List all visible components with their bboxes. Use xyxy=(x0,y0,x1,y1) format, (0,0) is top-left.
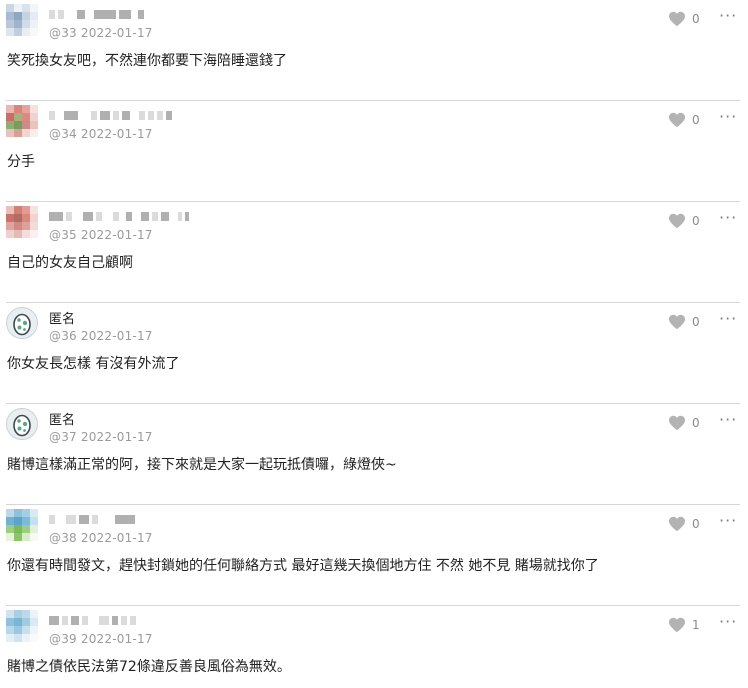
comment-item: @35 2022-01-17 自己的女友自己顧啊 0 ··· xyxy=(0,202,748,303)
comment-item: @39 2022-01-17 賭博之債依民法第72條違反善良風俗為無效。 1 ·… xyxy=(0,606,748,688)
comment-text: 自己的女友自己顧啊 xyxy=(7,255,133,271)
comment-meta: @34 2022-01-17 xyxy=(49,127,153,141)
comment-date: 2022-01-17 xyxy=(80,430,153,444)
comment-meta: @39 2022-01-17 xyxy=(49,632,153,646)
avatar[interactable] xyxy=(6,105,38,137)
more-options-icon[interactable]: ··· xyxy=(719,511,737,530)
comment-item: @34 2022-01-17 分手 0 ··· xyxy=(0,101,748,202)
like-count: 0 xyxy=(692,113,700,127)
heart-icon[interactable] xyxy=(668,213,686,229)
author-name[interactable]: 匿名 xyxy=(49,310,75,327)
floor-number: @38 xyxy=(49,531,77,545)
heart-icon[interactable] xyxy=(668,415,686,431)
floor-number: @35 xyxy=(49,228,77,242)
like-count: 0 xyxy=(692,517,700,531)
comment-text: 你還有時間發文，趕快封鎖她的任何聯絡方式 最好這幾天換個地方住 不然 她不見 賭… xyxy=(7,558,599,574)
heart-icon[interactable] xyxy=(668,617,686,633)
comment-text: 賭博之債依民法第72條違反善良風俗為無效。 xyxy=(7,659,291,675)
like-count: 1 xyxy=(692,618,700,632)
avatar[interactable] xyxy=(6,206,38,238)
comment-meta: @37 2022-01-17 xyxy=(49,430,153,444)
like-count: 0 xyxy=(692,214,700,228)
author-name[interactable]: 匿名 xyxy=(49,411,75,428)
comment-date: 2022-01-17 xyxy=(80,127,153,141)
comment-text: 賭博這樣滿正常的阿，接下來就是大家一起玩抵債囉，綠燈俠~ xyxy=(7,457,397,473)
comment-item: @33 2022-01-17 笑死換女友吧，不然連你都要下海陪睡還錢了 0 ··… xyxy=(0,0,748,101)
comment-meta: @35 2022-01-17 xyxy=(49,228,153,242)
comment-item: @38 2022-01-17 你還有時間發文，趕快封鎖她的任何聯絡方式 最好這幾… xyxy=(0,505,748,606)
like-count: 0 xyxy=(692,315,700,329)
comment-item: 匿名 @37 2022-01-17 賭博這樣滿正常的阿，接下來就是大家一起玩抵債… xyxy=(0,404,748,505)
comment-item: 匿名 @36 2022-01-17 你女友長怎樣 有沒有外流了 0 ··· xyxy=(0,303,748,404)
comment-date: 2022-01-17 xyxy=(80,26,153,40)
like-count: 0 xyxy=(692,12,700,26)
comment-date: 2022-01-17 xyxy=(80,632,153,646)
more-options-icon[interactable]: ··· xyxy=(719,612,737,631)
more-options-icon[interactable]: ··· xyxy=(719,208,737,227)
author-name-blurred[interactable] xyxy=(49,108,172,122)
more-options-icon[interactable]: ··· xyxy=(719,410,737,429)
author-name-blurred[interactable] xyxy=(49,512,135,526)
comment-date: 2022-01-17 xyxy=(80,228,153,242)
floor-number: @39 xyxy=(49,632,77,646)
like-count: 0 xyxy=(692,416,700,430)
heart-icon[interactable] xyxy=(668,516,686,532)
comment-date: 2022-01-17 xyxy=(80,329,153,343)
egg-avatar-icon[interactable] xyxy=(6,408,38,440)
comment-text: 分手 xyxy=(7,154,35,170)
floor-number: @37 xyxy=(49,430,77,444)
more-options-icon[interactable]: ··· xyxy=(719,309,737,328)
floor-number: @34 xyxy=(49,127,77,141)
heart-icon[interactable] xyxy=(668,11,686,27)
more-options-icon[interactable]: ··· xyxy=(719,6,737,25)
avatar[interactable] xyxy=(6,610,38,642)
avatar[interactable] xyxy=(6,509,38,541)
more-options-icon[interactable]: ··· xyxy=(719,107,737,126)
comment-date: 2022-01-17 xyxy=(80,531,153,545)
author-name-blurred[interactable] xyxy=(49,7,144,21)
comment-meta: @36 2022-01-17 xyxy=(49,329,153,343)
avatar[interactable] xyxy=(6,4,38,36)
comment-text: 笑死換女友吧，不然連你都要下海陪睡還錢了 xyxy=(7,53,287,69)
comment-text: 你女友長怎樣 有沒有外流了 xyxy=(7,356,180,372)
author-name-blurred[interactable] xyxy=(49,613,136,627)
floor-number: @33 xyxy=(49,26,77,40)
heart-icon[interactable] xyxy=(668,112,686,128)
author-name-blurred[interactable] xyxy=(49,209,189,223)
floor-number: @36 xyxy=(49,329,77,343)
comment-feed: @33 2022-01-17 笑死換女友吧，不然連你都要下海陪睡還錢了 0 ··… xyxy=(0,0,748,688)
egg-avatar-icon[interactable] xyxy=(6,307,38,339)
comment-meta: @33 2022-01-17 xyxy=(49,26,153,40)
heart-icon[interactable] xyxy=(668,314,686,330)
comment-meta: @38 2022-01-17 xyxy=(49,531,153,545)
